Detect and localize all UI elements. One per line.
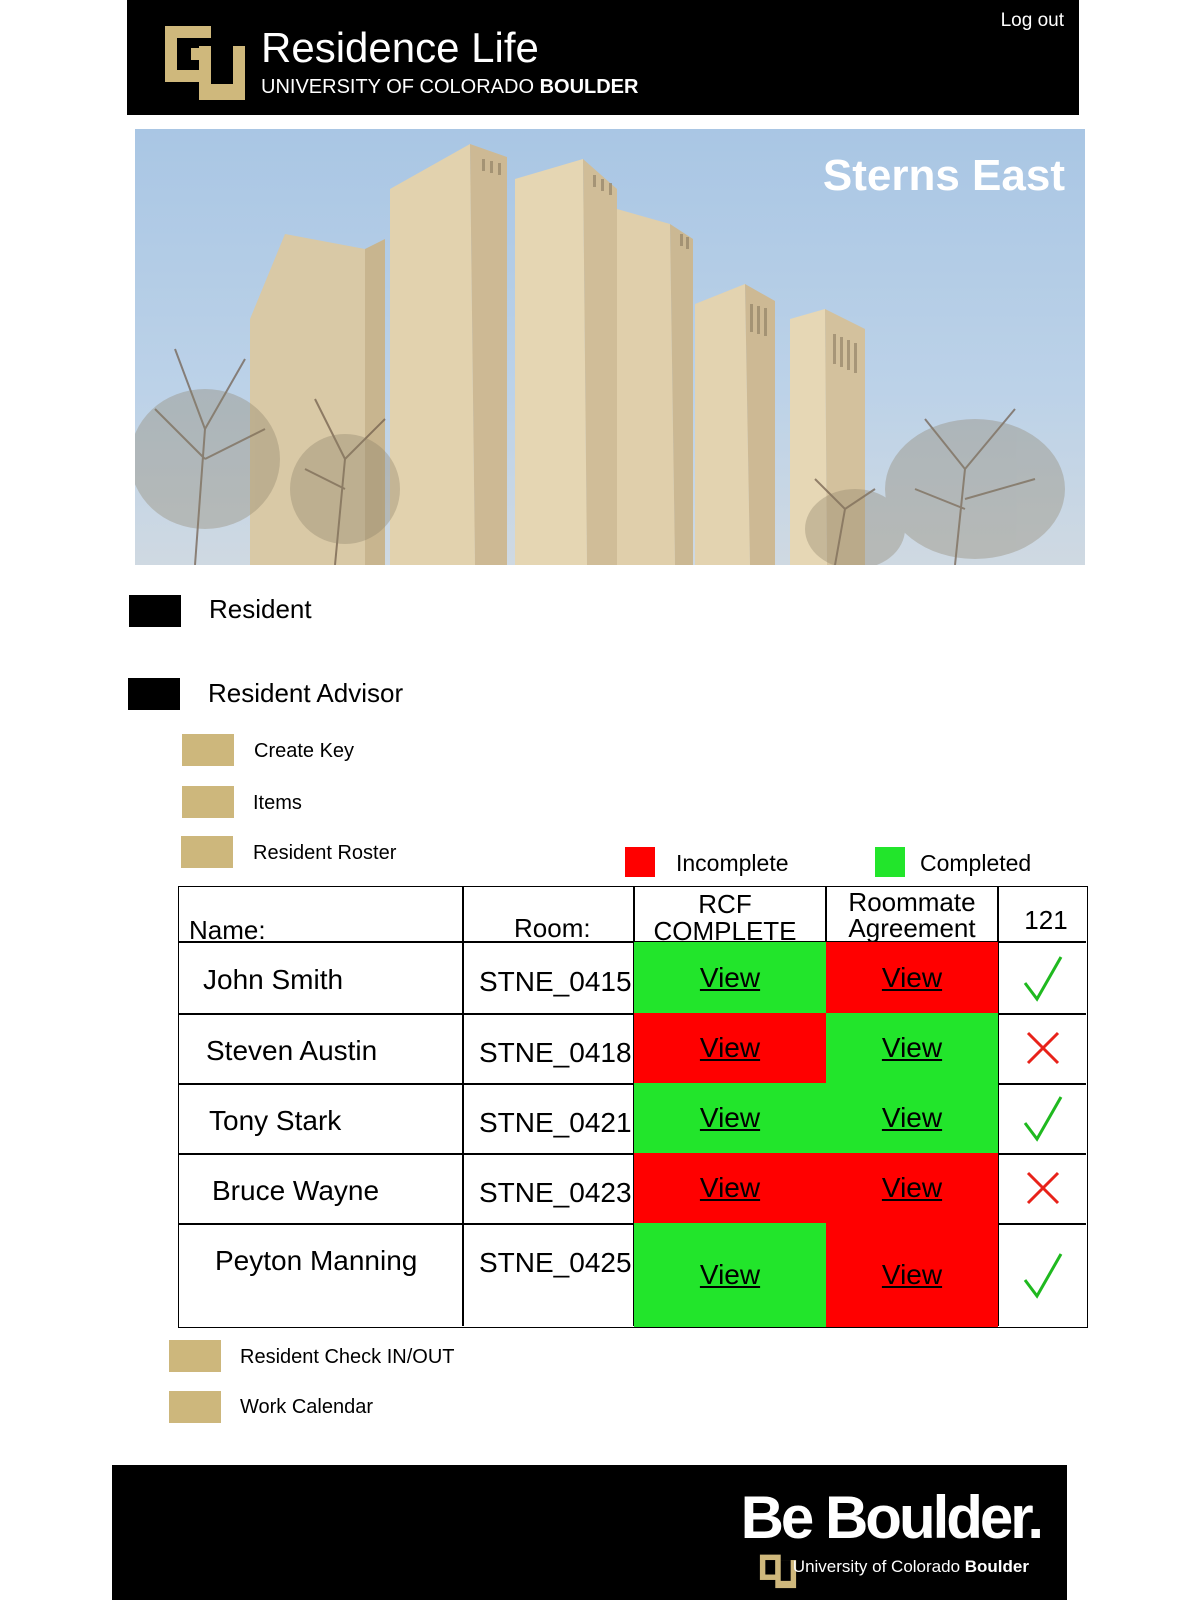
create-key-block[interactable] xyxy=(182,734,234,766)
resident-roster-table: Name: Room: RCF COMPLETE Roommate Agreem… xyxy=(178,886,1088,1328)
rcf-status-cell: View xyxy=(634,1153,826,1223)
header-rcf: RCF COMPLETE xyxy=(635,891,815,945)
subtitle-bold: BOULDER xyxy=(539,76,639,98)
rcf-status-cell: View xyxy=(634,1013,826,1083)
nav-item-resident-advisor[interactable]: Resident Advisor xyxy=(208,678,403,709)
nav-item-items[interactable]: Items xyxy=(253,792,302,815)
agreement-status-cell: View xyxy=(826,1223,998,1327)
resident-roster-block[interactable] xyxy=(181,836,233,868)
footer-cu-logo-icon xyxy=(759,1554,797,1589)
site-subtitle: UNIVERSITY OF COLORADO BOULDER xyxy=(261,76,638,99)
check-icon xyxy=(998,1083,1088,1153)
rcf-status-cell: View xyxy=(634,1223,826,1327)
resident-name: John Smith xyxy=(203,964,344,995)
legend-incomplete: Incomplete xyxy=(676,850,789,876)
footer-univ-prefix: University of Colorado xyxy=(792,1557,965,1576)
rcf-view-link[interactable]: View xyxy=(700,1102,760,1134)
agreement-status-cell: View xyxy=(826,1083,998,1153)
check-icon xyxy=(998,942,1088,1013)
room-number: STNE_0421 xyxy=(479,1107,632,1138)
rcf-view-link[interactable]: View xyxy=(700,1032,760,1064)
agreement-status-cell: View xyxy=(826,1013,998,1083)
agreement-status-cell: View xyxy=(826,1153,998,1223)
agreement-view-link[interactable]: View xyxy=(882,1032,942,1064)
nav-item-check-in-out[interactable]: Resident Check IN/OUT xyxy=(240,1346,455,1369)
check-icon xyxy=(998,1223,1088,1327)
site-footer: Be Boulder. University of Colorado Bould… xyxy=(112,1465,1067,1600)
footer-univ-bold: Boulder xyxy=(964,1557,1029,1576)
nav-item-resident-roster[interactable]: Resident Roster xyxy=(253,842,396,865)
header-agreement-line1: Roommate xyxy=(848,887,976,917)
rcf-view-link[interactable]: View xyxy=(700,1259,760,1291)
agreement-status-cell: View xyxy=(826,942,998,1013)
rcf-status-cell: View xyxy=(634,1083,826,1153)
resident-name: Peyton Manning xyxy=(215,1245,418,1276)
header-count: 121 xyxy=(1024,905,1068,935)
cross-icon xyxy=(998,1013,1088,1083)
room-number: STNE_0418 xyxy=(479,1037,632,1068)
rcf-view-link[interactable]: View xyxy=(700,962,760,994)
resident-name: Bruce Wayne xyxy=(212,1175,380,1206)
items-block[interactable] xyxy=(182,786,234,818)
rcf-status-cell: View xyxy=(634,942,826,1013)
nav-item-resident[interactable]: Resident xyxy=(209,594,312,625)
site-title: Residence Life xyxy=(261,24,539,71)
be-boulder-tagline: Be Boulder. xyxy=(740,1484,1044,1551)
header-agreement-line2: Agreement xyxy=(848,913,976,943)
agreement-view-link[interactable]: View xyxy=(882,1172,942,1204)
agreement-view-link[interactable]: View xyxy=(882,962,942,994)
room-number: STNE_0415 xyxy=(479,966,632,997)
header-agreement: Roommate Agreement xyxy=(827,889,997,941)
header-rcf-line1: RCF xyxy=(698,889,752,919)
resident-nav-block[interactable] xyxy=(129,595,181,627)
resident-name: Tony Stark xyxy=(209,1105,342,1136)
room-number: STNE_0423 xyxy=(479,1177,632,1208)
cu-logo-icon xyxy=(165,26,245,100)
cross-icon xyxy=(998,1153,1088,1223)
incomplete-swatch xyxy=(625,847,655,877)
nav-item-create-key[interactable]: Create Key xyxy=(254,740,354,763)
agreement-view-link[interactable]: View xyxy=(882,1102,942,1134)
work-calendar-block[interactable] xyxy=(169,1391,221,1423)
header-room: Room: xyxy=(514,913,591,943)
check-in-out-block[interactable] xyxy=(169,1340,221,1372)
agreement-view-link[interactable]: View xyxy=(882,1259,942,1291)
room-number: STNE_0425 xyxy=(479,1247,632,1278)
advisor-nav-block[interactable] xyxy=(128,678,180,710)
completed-swatch xyxy=(875,847,905,877)
logout-link[interactable]: Log out xyxy=(1001,10,1064,32)
site-header: Residence Life UNIVERSITY OF COLORADO BO… xyxy=(127,0,1079,115)
rcf-view-link[interactable]: View xyxy=(700,1172,760,1204)
legend-completed: Completed xyxy=(920,850,1032,876)
nav-item-work-calendar[interactable]: Work Calendar xyxy=(240,1396,373,1419)
footer-university: University of Colorado Boulder xyxy=(793,1557,1029,1577)
subtitle-prefix: UNIVERSITY OF COLORADO xyxy=(261,76,540,98)
resident-name: Steven Austin xyxy=(206,1035,378,1066)
hall-name: Sterns East xyxy=(822,151,1065,200)
hall-hero-image: Sterns East xyxy=(135,129,1085,565)
col-divider-room xyxy=(462,887,464,1326)
